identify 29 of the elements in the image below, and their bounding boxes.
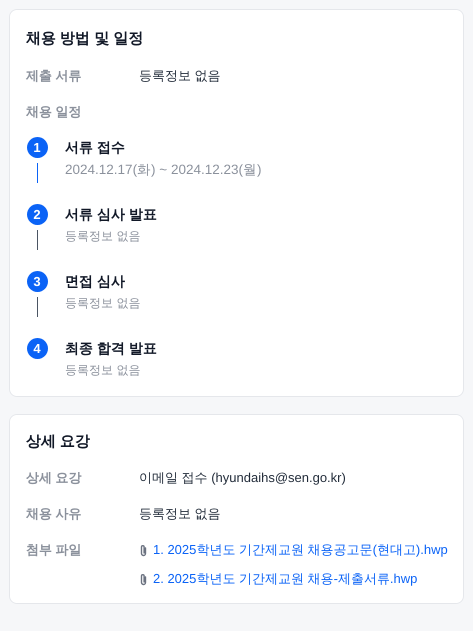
field-value: 등록정보 없음	[139, 505, 221, 523]
step-number: 3	[26, 271, 48, 292]
field-label: 제출 서류	[26, 67, 83, 85]
field-label: 채용 일정	[26, 103, 83, 121]
paperclip-icon	[139, 544, 148, 556]
step-connector	[36, 230, 38, 250]
step-connector	[36, 163, 38, 183]
step-number: 4	[26, 338, 48, 359]
section-title: 상세 요강	[26, 432, 92, 452]
attachment-link[interactable]: 1. 2025학년도 기간제교원 채용공고문(현대고).hwp	[153, 541, 448, 559]
section-title: 채용 방법 및 일정	[26, 29, 145, 49]
step-number: 2	[26, 204, 48, 225]
step-detail: 등록정보 없음	[65, 362, 142, 378]
step-detail: 등록정보 없음	[65, 228, 142, 244]
step-detail: 등록정보 없음	[65, 295, 140, 311]
field-label: 상세 요강	[26, 469, 83, 487]
field-value: 등록정보 없음	[139, 67, 221, 85]
step-number: 1	[26, 137, 48, 158]
step-title: 서류 심사 발표	[65, 205, 157, 224]
field-label: 첨부 파일	[26, 541, 83, 559]
paperclip-icon	[139, 572, 148, 586]
attachment-link[interactable]: 2. 2025학년도 기간제교원 채용-제출서류.hwp	[153, 570, 418, 588]
field-value: 이메일 접수 (hyundaihs@sen.go.kr)	[139, 469, 346, 487]
step-title: 최종 합격 발표	[65, 339, 157, 358]
step-detail: 2024.12.17(화) ~ 2024.12.23(월)	[65, 161, 262, 179]
field-label: 채용 사유	[26, 505, 83, 523]
step-connector	[36, 297, 38, 317]
step-title: 서류 접수	[65, 138, 126, 157]
step-title: 면접 심사	[65, 272, 126, 291]
